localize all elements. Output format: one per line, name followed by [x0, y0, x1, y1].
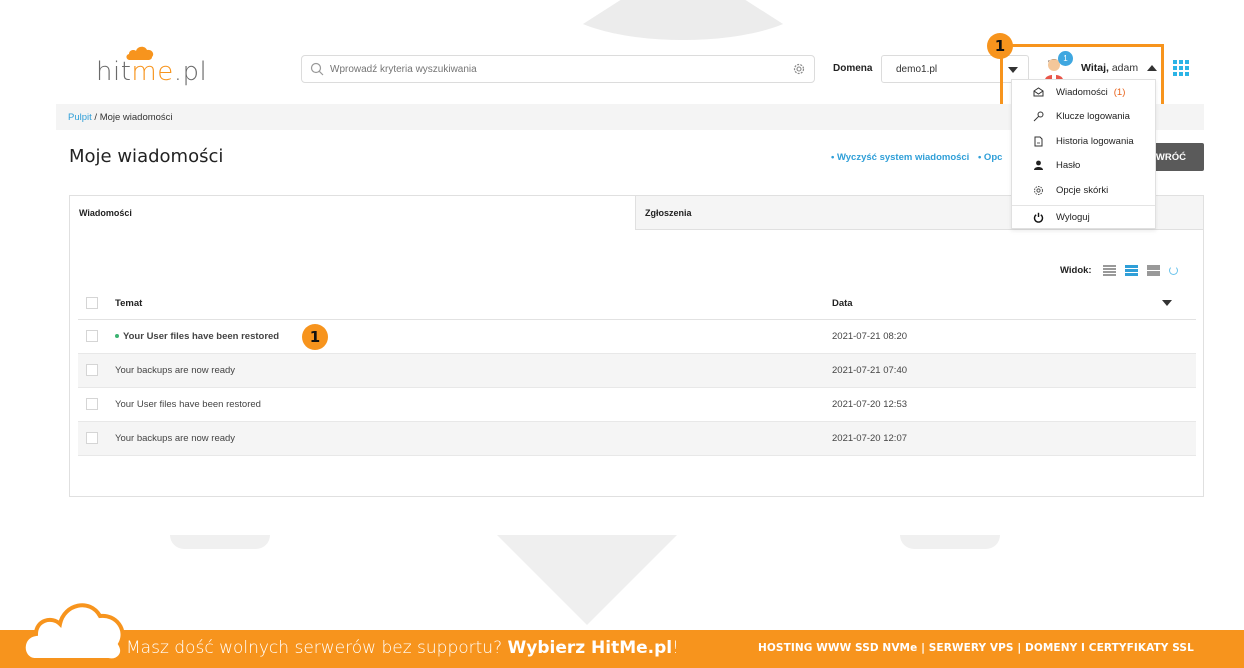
envelope-icon: [1032, 86, 1044, 98]
menu-item-messages[interactable]: Wiadomości (1): [1012, 80, 1155, 105]
list-view-icon[interactable]: [1125, 265, 1138, 276]
menu-item-label: Hasło: [1056, 160, 1081, 172]
compact-list-view-icon[interactable]: [1103, 265, 1116, 276]
history-icon: [1032, 135, 1044, 147]
message-date: 2021-07-21 08:20: [832, 319, 1162, 354]
refresh-icon[interactable]: [1169, 266, 1178, 275]
footer-promo-text: Masz dość wolnych serwerów bez supportu?…: [126, 638, 679, 658]
clear-messages-link[interactable]: • Wyczyść system wiadomości: [831, 152, 969, 163]
menu-item-label: Opcje skórki: [1056, 184, 1109, 196]
row-checkbox[interactable]: [86, 330, 98, 342]
row-checkbox[interactable]: [86, 398, 98, 410]
page-title: Moje wiadomości: [69, 146, 224, 167]
messages-panel: Wiadomości Zgłoszenia Widok: Temat Data …: [69, 195, 1204, 497]
search-settings-icon[interactable]: [792, 62, 806, 76]
user-dropdown-menu: Wiadomości (1) Klucze logowania Historia…: [1011, 79, 1156, 229]
menu-item-password[interactable]: Hasło: [1012, 154, 1155, 179]
menu-item-login-keys[interactable]: Klucze logowania: [1012, 105, 1155, 130]
column-date[interactable]: Data: [832, 288, 1162, 320]
table-row[interactable]: Your User files have been restored 2021-…: [78, 387, 1196, 422]
background-decoration: [170, 535, 270, 549]
logo-text: hitme.pl: [96, 57, 208, 87]
table-row[interactable]: Your backups are now ready 2021-07-21 07…: [78, 353, 1196, 388]
table-row[interactable]: Your User files have been restored 2021-…: [78, 319, 1196, 354]
row-checkbox[interactable]: [86, 432, 98, 444]
unread-dot-icon: [115, 333, 119, 338]
apps-grid-icon[interactable]: [1173, 60, 1189, 76]
message-subject[interactable]: Your backups are now ready: [115, 421, 832, 456]
user-icon: [1032, 160, 1044, 172]
key-icon: [1032, 111, 1044, 123]
footer-services-text: HOSTING WWW SSD NVMe | SERWERY VPS | DOM…: [758, 642, 1194, 654]
table-row[interactable]: Your backups are now ready 2021-07-20 12…: [78, 421, 1196, 456]
domain-label: Domena: [833, 63, 873, 74]
search-icon: [310, 62, 324, 76]
view-label: Widok:: [1060, 265, 1092, 276]
domain-select-value: demo1.pl: [896, 63, 938, 75]
menu-item-label: Historia logowania: [1056, 135, 1134, 147]
menu-item-logout[interactable]: Wyloguj: [1012, 206, 1155, 231]
breadcrumb-separator: /: [91, 111, 100, 123]
menu-item-label: Klucze logowania: [1056, 111, 1130, 123]
unread-count: (1): [1113, 86, 1126, 98]
cloud-logo-icon: [21, 603, 125, 663]
user-greeting[interactable]: Witaj, adam: [1081, 62, 1138, 74]
breadcrumb-root-link[interactable]: Pulpit: [68, 112, 92, 123]
message-date: 2021-07-20 12:53: [832, 387, 1162, 422]
chevron-up-icon[interactable]: [1147, 65, 1157, 71]
power-icon: [1032, 212, 1044, 224]
menu-item-skin-options[interactable]: Opcje skórki: [1012, 178, 1155, 203]
background-decoration: [900, 535, 1000, 549]
background-decoration: [497, 535, 677, 625]
menu-item-label: Wyloguj: [1056, 212, 1090, 224]
view-switcher: [1103, 265, 1178, 276]
wide-list-view-icon[interactable]: [1147, 265, 1160, 276]
table-header-row: Temat Data: [78, 288, 1196, 320]
chevron-down-icon[interactable]: [1162, 299, 1172, 306]
gear-icon: [1032, 184, 1044, 196]
menu-item-label: Wiadomości: [1056, 86, 1108, 98]
tab-messages[interactable]: Wiadomości: [70, 196, 636, 230]
message-date: 2021-07-21 07:40: [832, 353, 1162, 388]
notification-badge: 1: [1058, 51, 1073, 66]
messages-table: Temat Data Your User files have been res…: [78, 288, 1196, 456]
select-all-checkbox[interactable]: [86, 297, 98, 310]
menu-item-login-history[interactable]: Historia logowania: [1012, 129, 1155, 154]
step-badge: 1: [302, 324, 328, 350]
background-decoration: [558, 0, 808, 40]
message-date: 2021-07-20 12:07: [832, 421, 1162, 456]
search-bar[interactable]: [301, 55, 815, 83]
column-subject[interactable]: Temat: [115, 288, 832, 320]
logo[interactable]: hitme.pl: [96, 45, 208, 90]
breadcrumb-current: Moje wiadomości: [99, 111, 173, 123]
page-action-links: • Wyczyść system wiadomości • Opc: [831, 152, 1008, 163]
search-input[interactable]: [330, 63, 792, 75]
options-link[interactable]: • Opc: [978, 152, 1002, 163]
message-subject[interactable]: Your backups are now ready: [115, 353, 832, 388]
step-badge: 1: [987, 33, 1013, 59]
message-subject[interactable]: Your User files have been restored: [115, 387, 832, 422]
message-subject[interactable]: Your User files have been restored: [123, 331, 279, 342]
row-checkbox[interactable]: [86, 364, 98, 376]
